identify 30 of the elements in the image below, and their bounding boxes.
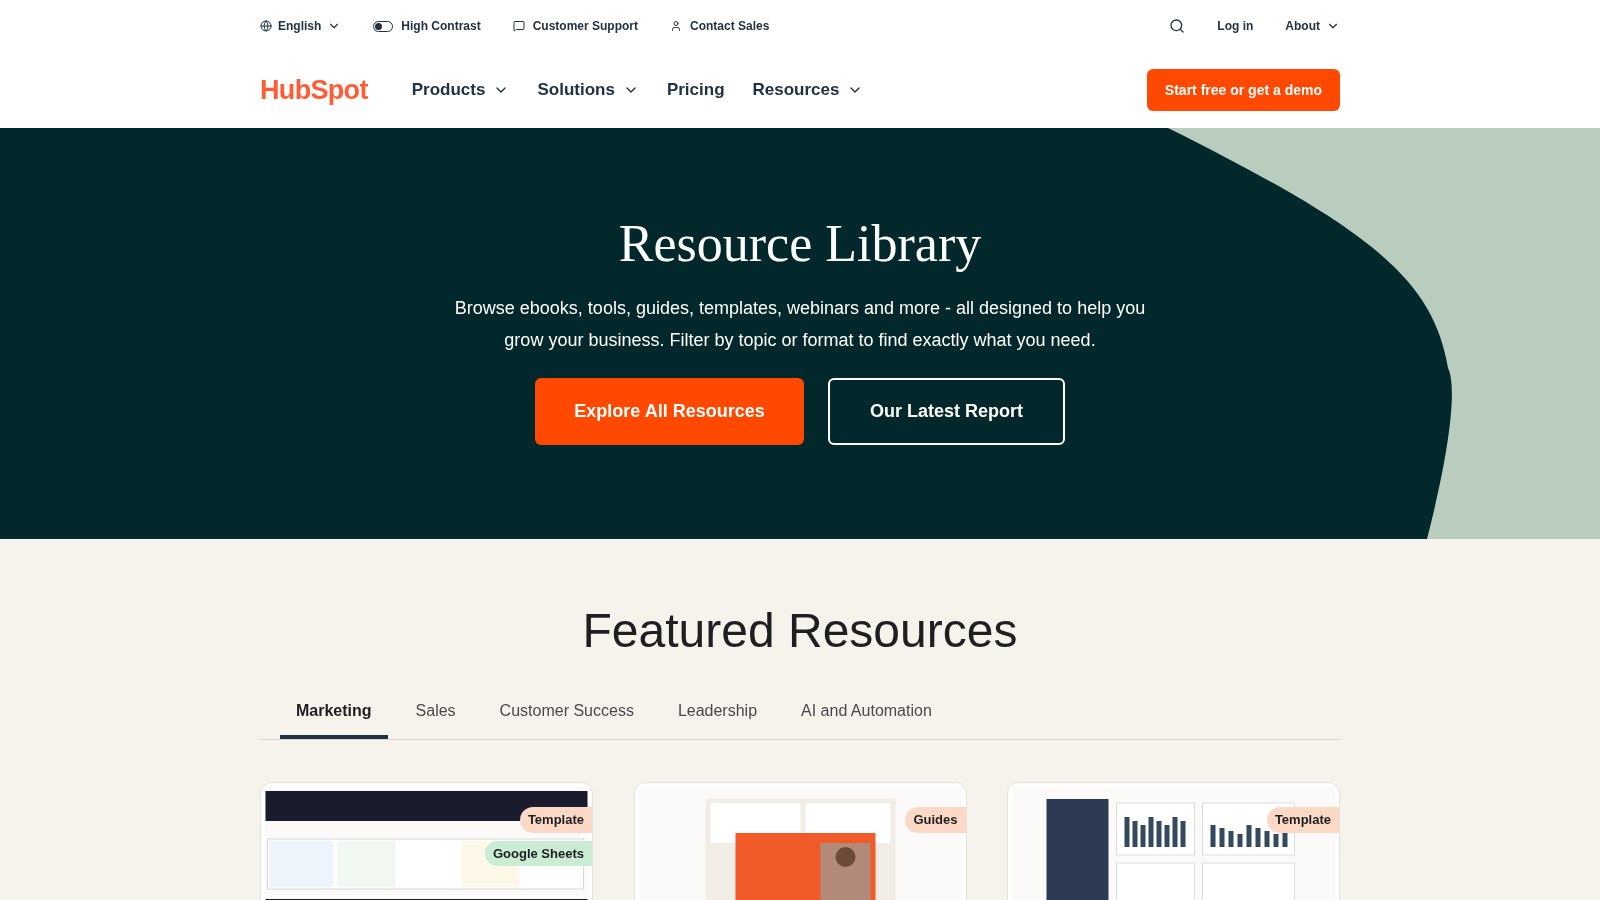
resource-card[interactable]: Template	[1007, 782, 1340, 900]
person-icon	[670, 20, 683, 32]
category-tab[interactable]: Sales	[399, 699, 472, 739]
category-tab[interactable]: AI and Automation	[785, 699, 948, 739]
resource-card[interactable]: Template Google Sheets	[260, 782, 593, 900]
nav-item[interactable]: Pricing	[666, 77, 725, 103]
nav-item[interactable]: Solutions	[537, 77, 639, 103]
chat-icon	[512, 20, 525, 32]
hero-description: Browse ebooks, tools, guides, templates, webinars and more - all designed to help you grow your business. Filter by topic or format to find exactly what you need.	[453, 297, 1147, 352]
featured-title: Featured Resources	[582, 607, 1018, 655]
report-button[interactable]: Our Latest Report	[828, 378, 1065, 445]
hero-title: Resource Library	[618, 218, 982, 270]
format-badge: Template	[1266, 807, 1339, 833]
resource-card[interactable]: Guides	[633, 782, 967, 900]
language-selector[interactable]: English	[260, 17, 342, 35]
category-tab[interactable]: Leadership	[661, 699, 774, 739]
format-badge: Google Sheets	[484, 840, 592, 866]
nav-item[interactable]: Products	[411, 77, 510, 103]
category-tab[interactable]: Marketing	[280, 699, 388, 739]
format-badge: Template	[519, 807, 592, 833]
utility-link[interactable]: Contact Sales	[670, 17, 770, 35]
nav-item[interactable]: Resources	[752, 77, 864, 103]
search-icon[interactable]	[1169, 18, 1186, 34]
category-tab[interactable]: Customer Success	[483, 699, 650, 739]
high-contrast-toggle[interactable]: High Contrast	[373, 17, 481, 35]
utility-link[interactable]: Customer Support	[512, 17, 639, 35]
login-link[interactable]: Log in	[1217, 17, 1254, 35]
format-badge: Guides	[905, 807, 966, 833]
globe-icon	[260, 20, 272, 32]
about-menu[interactable]: About	[1285, 17, 1340, 35]
